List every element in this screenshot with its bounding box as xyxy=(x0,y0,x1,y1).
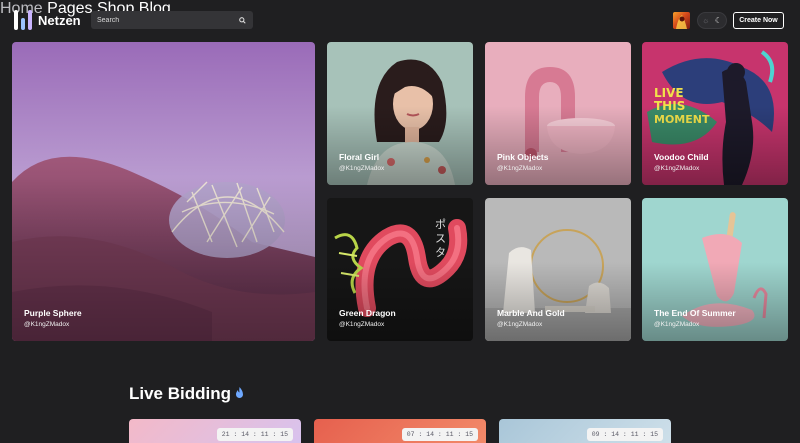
card-creator-handle[interactable]: @K1ngZMadox xyxy=(339,321,384,328)
nft-card-green-dragon[interactable]: ポ ス タ Green Dragon @K1ngZMadox xyxy=(327,198,473,341)
nft-card-voodoo-child[interactable]: LIVE THIS MOMENT Voodoo Child @K1ngZMado… xyxy=(642,42,788,185)
nft-card-pink-objects[interactable]: Pink Objects @K1ngZMadox xyxy=(485,42,631,185)
svg-text:タ: タ xyxy=(435,246,446,259)
card-title: The End Of Summer xyxy=(654,308,736,318)
nft-card-purple-sphere[interactable]: Purple Sphere @K1ngZMadox xyxy=(12,42,315,341)
moon-icon: ☾ xyxy=(714,15,722,25)
brand-logo[interactable]: Netzen xyxy=(14,10,81,30)
card-title: Green Dragon xyxy=(339,308,396,318)
card-creator-handle[interactable]: @K1ngZMadox xyxy=(497,321,542,328)
brand-name: Netzen xyxy=(38,12,81,28)
user-avatar[interactable] xyxy=(673,12,690,29)
theme-toggle[interactable]: ☼ ☾ xyxy=(697,12,727,29)
card-creator-handle[interactable]: @K1ngZMadox xyxy=(497,165,542,172)
card-creator-handle[interactable]: @K1ngZMadox xyxy=(654,321,699,328)
svg-text:ス: ス xyxy=(435,232,446,245)
countdown-timer: 21 : 14 : 11 : 15 xyxy=(216,428,293,441)
card-creator-handle[interactable]: @K1ngZMadox xyxy=(654,165,699,172)
card-title: Pink Objects xyxy=(497,152,549,162)
countdown-timer: 09 : 14 : 11 : 15 xyxy=(586,428,663,441)
sun-icon: ☼ xyxy=(702,15,710,25)
card-title: Floral Girl xyxy=(339,152,380,162)
svg-text:LIVE: LIVE xyxy=(654,86,684,100)
card-creator-handle[interactable]: @K1ngZMadox xyxy=(339,165,384,172)
card-title: Purple Sphere xyxy=(24,308,82,318)
flame-icon xyxy=(235,384,244,404)
logo-icon xyxy=(14,10,32,30)
search-icon[interactable] xyxy=(238,16,247,25)
auction-card[interactable]: 09 : 14 : 11 : 15 xyxy=(499,419,671,443)
card-creator-handle[interactable]: @K1ngZMadox xyxy=(24,321,69,328)
card-title: Marble And Gold xyxy=(497,308,565,318)
create-now-button[interactable]: Create Now xyxy=(733,12,784,29)
svg-text:ポ: ポ xyxy=(435,218,446,231)
nft-card-marble-and-gold[interactable]: Marble And Gold @K1ngZMadox xyxy=(485,198,631,341)
search-input[interactable] xyxy=(97,16,238,24)
card-title: Voodoo Child xyxy=(654,152,709,162)
live-bidding-heading: Live Bidding xyxy=(129,384,244,404)
search-bar[interactable] xyxy=(91,11,253,29)
countdown-timer: 07 : 14 : 11 : 15 xyxy=(401,428,478,441)
nft-card-floral-girl[interactable]: Floral Girl @K1ngZMadox xyxy=(327,42,473,185)
nft-card-the-end-of-summer[interactable]: The End Of Summer @K1ngZMadox xyxy=(642,198,788,341)
auction-card[interactable]: 07 : 14 : 11 : 15 xyxy=(314,419,486,443)
auction-card[interactable]: 21 : 14 : 11 : 15 xyxy=(129,419,301,443)
top-header: Netzen Home Pages Shop Blog ☼ ☾ Create N… xyxy=(0,0,800,42)
section-title-text: Live Bidding xyxy=(129,384,231,403)
